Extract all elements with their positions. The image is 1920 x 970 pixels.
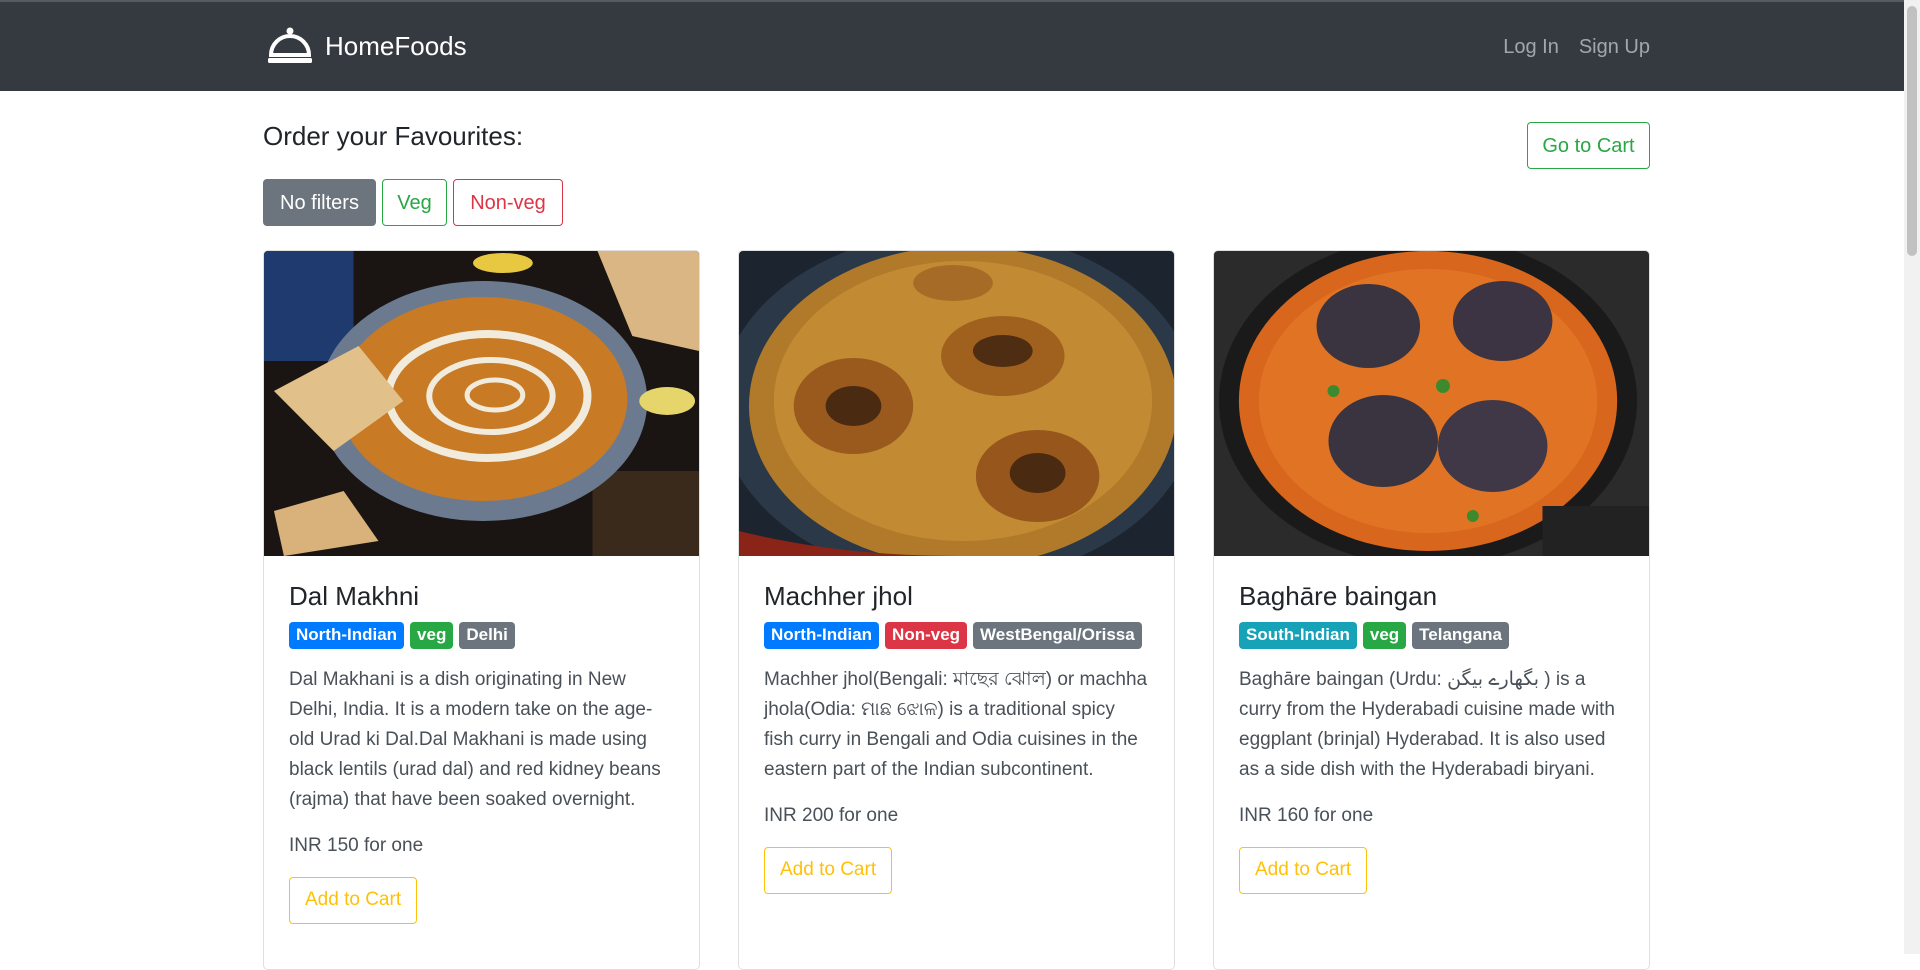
brand-name: HomeFoods	[325, 30, 467, 61]
state-badge: Telangana	[1412, 621, 1509, 649]
dal-makhni-image	[264, 251, 699, 556]
baghare-baingan-image	[1214, 251, 1649, 556]
card-description: Machher jhol(Bengali: মাছের ঝোল) or mach…	[764, 668, 1148, 780]
go-to-cart-button[interactable]: Go to Cart	[1527, 122, 1650, 169]
add-to-cart-button[interactable]: Add to Cart	[764, 846, 893, 894]
diet-badge: veg	[410, 621, 454, 649]
card-title: Baghāre baingan	[1239, 581, 1438, 611]
food-card: Baghāre baingan South-Indian veg Telanga…	[1213, 250, 1650, 970]
food-card: Dal Makhni North-Indian veg Delhi Dal Ma…	[263, 250, 700, 970]
login-link[interactable]: Log In	[1503, 36, 1559, 59]
add-to-cart-button[interactable]: Add to Cart	[289, 876, 418, 924]
badge-group: South-Indian veg Telangana	[1239, 621, 1623, 649]
nav-links: Log In Sign Up	[1503, 36, 1650, 59]
badge-group: North-Indian Non-veg WestBengal/Orissa	[764, 621, 1148, 649]
scrollbar-thumb[interactable]	[1907, 6, 1917, 256]
region-badge: South-Indian	[1239, 621, 1357, 649]
card-description: Dal Makhani is a dish originating in New…	[289, 668, 661, 810]
nonveg-filter-button[interactable]: Non-veg	[453, 179, 563, 226]
cloche-icon	[267, 26, 313, 66]
badge-group: North-Indian veg Delhi	[289, 621, 673, 649]
card-title: Machher jhol	[764, 581, 913, 611]
page-scrollbar[interactable]	[1904, 0, 1920, 954]
add-to-cart-button[interactable]: Add to Cart	[1239, 846, 1368, 894]
signup-link[interactable]: Sign Up	[1579, 36, 1650, 59]
card-title: Dal Makhni	[289, 581, 420, 611]
card-price: INR 200 for one	[764, 804, 899, 826]
region-badge: North-Indian	[289, 621, 405, 649]
machher-jhol-image	[739, 251, 1174, 556]
page-title: Order your Favourites:	[263, 121, 524, 151]
no-filters-button[interactable]: No filters	[263, 179, 376, 226]
brand-link[interactable]: HomeFoods	[267, 24, 467, 68]
state-badge: WestBengal/Orissa	[973, 621, 1142, 649]
card-price: INR 150 for one	[289, 834, 424, 856]
diet-badge: Non-veg	[885, 621, 968, 649]
navbar: HomeFoods Log In Sign Up	[0, 0, 1920, 91]
card-description: Baghāre baingan (Urdu: بگھارے بیگن ) is …	[1239, 668, 1615, 780]
state-badge: Delhi	[459, 621, 515, 649]
card-price: INR 160 for one	[1239, 804, 1374, 826]
region-badge: North-Indian	[764, 621, 880, 649]
veg-filter-button[interactable]: Veg	[382, 179, 447, 226]
food-card: Machher jhol North-Indian Non-veg WestBe…	[738, 250, 1175, 970]
diet-badge: veg	[1362, 621, 1407, 649]
